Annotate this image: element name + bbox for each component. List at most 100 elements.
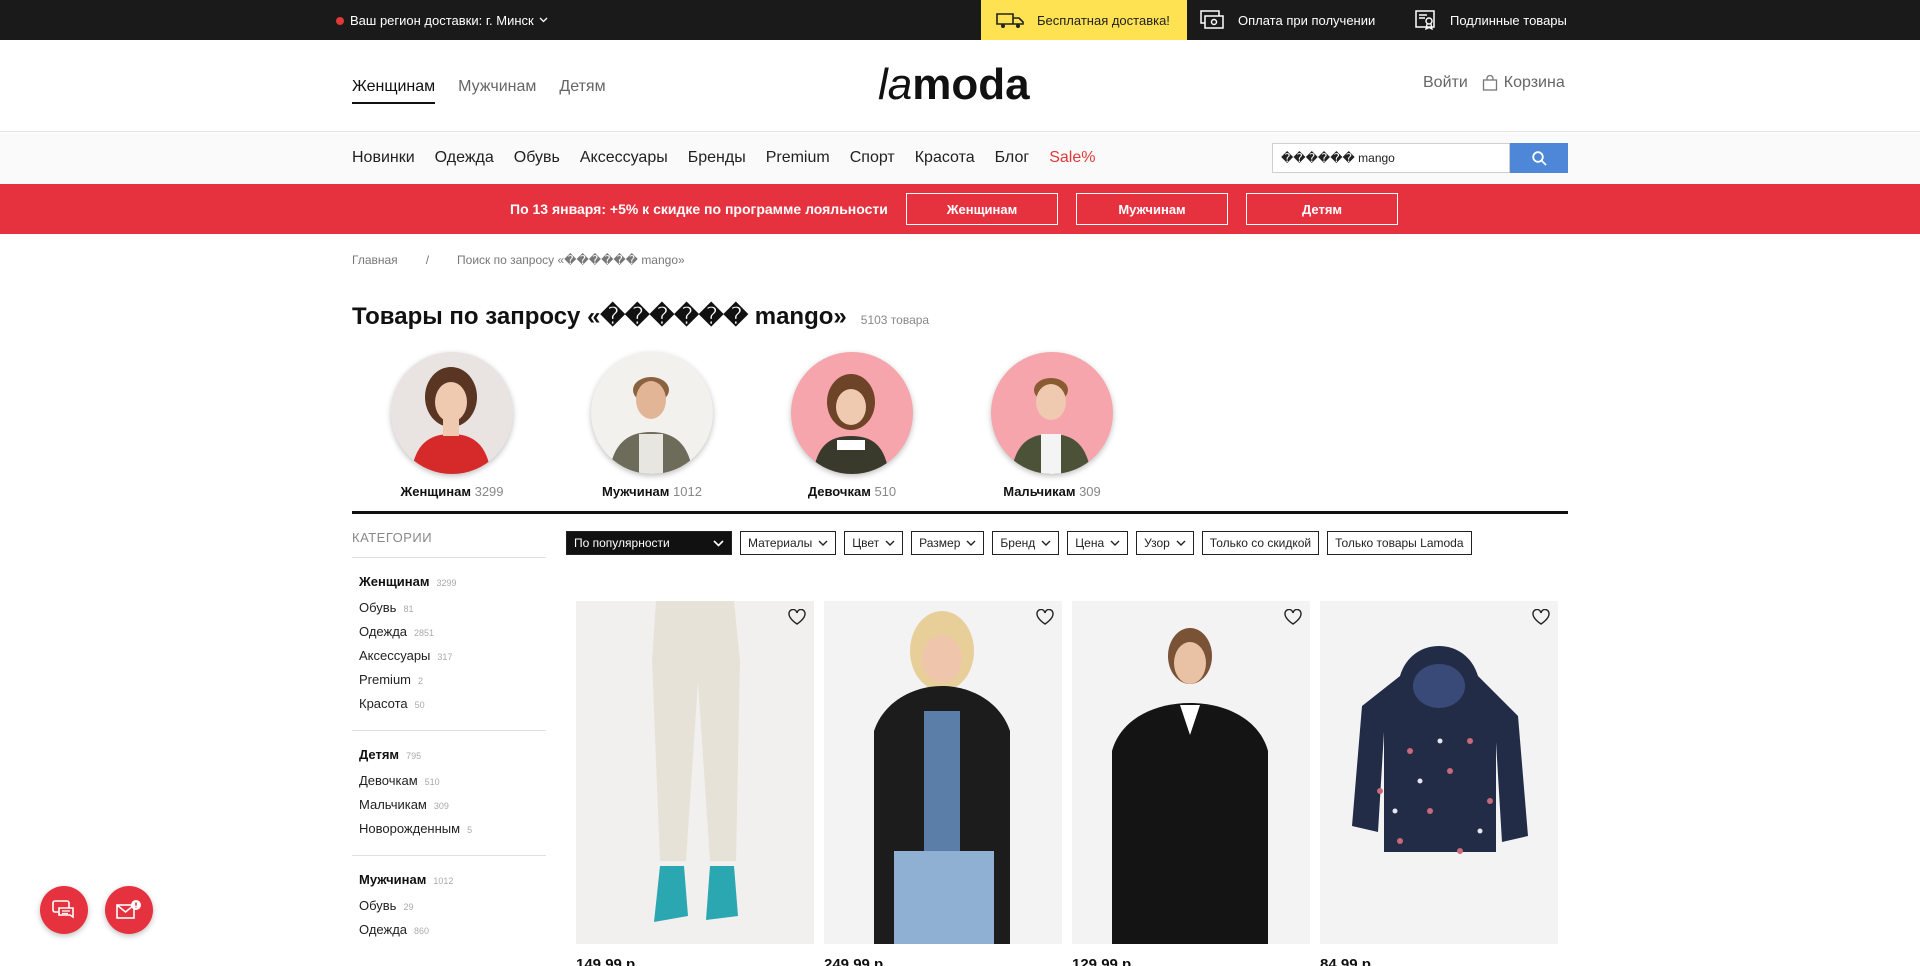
sidebar-item-girls[interactable]: Девочкам 510 [359,773,546,788]
product-image[interactable] [1072,601,1310,944]
filter-pattern[interactable]: Узор [1136,531,1194,555]
sidebar-item-newborns[interactable]: Новорожденным 5 [359,821,546,836]
filter-color[interactable]: Цвет [844,531,904,555]
circle-men[interactable]: Мужчинам 1012 [552,352,752,499]
promo-text: По 13 января: +5% к скидке по программе … [510,201,888,217]
promo-button-men[interactable]: Мужчинам [1076,193,1228,225]
circle-boys[interactable]: Мальчикам 309 [952,352,1152,499]
filter-discount-only[interactable]: Только со скидкой [1201,531,1320,555]
menu-item-premium[interactable]: Premium [766,149,830,167]
product-card[interactable]: 84.99 р. [1320,601,1558,966]
top-bar: Ваш регион доставки: г. Минск Бесплатная… [0,0,1920,40]
lamoda-logo[interactable]: lamoda [878,60,1030,110]
filter-lamoda-only[interactable]: Только товары Lamoda [1327,531,1472,555]
logo-la: la [878,60,913,109]
mail-alert-icon [116,900,141,919]
favorite-heart-icon[interactable] [788,608,806,630]
circle-men-count: 1012 [673,484,702,499]
sidebar-item-shoes[interactable]: Обувь 81 [359,600,546,615]
logo-moda: moda [912,60,1030,109]
breadcrumb: Главная / Поиск по запросу «������ mango… [352,253,685,267]
breadcrumb-separator: / [425,253,430,267]
cart-label: Корзина [1503,74,1565,91]
cart-link[interactable]: Корзина [1482,74,1565,92]
sidebar-item-men-shoes[interactable]: Обувь 29 [359,898,546,913]
chat-button[interactable] [40,886,88,934]
search-button[interactable] [1510,143,1568,173]
cash-on-delivery-link[interactable]: Оплата при получении [1200,0,1375,40]
results-count: 5103 товара [860,313,930,327]
product-card[interactable]: 129.99 р. [1072,601,1310,966]
menu-items: Новинки Одежда Обувь Аксессуары Бренды P… [352,149,1095,167]
login-link[interactable]: Войти [1423,74,1468,92]
filter-price[interactable]: Цена [1067,531,1129,555]
free-delivery-banner[interactable]: Бесплатная доставка! [981,0,1187,40]
product-price: 129.99 р. [1072,956,1136,966]
sidebar-head-women[interactable]: Женщинам 3299 [359,574,546,589]
sidebar-item-beauty[interactable]: Красота 50 [359,696,546,711]
free-delivery-text: Бесплатная доставка! [1037,12,1170,28]
favorite-heart-icon[interactable] [1284,608,1302,630]
feedback-button[interactable] [105,886,153,934]
boys-photo [991,352,1113,474]
sidebar-item-boys[interactable]: Мальчикам 309 [359,797,546,812]
circle-women-label: Женщинам [400,484,471,499]
menu-item-clothing[interactable]: Одежда [435,149,494,167]
cash-on-delivery-text: Оплата при получении [1238,12,1376,28]
favorite-heart-icon[interactable] [1036,608,1054,630]
sidebar-item-premium[interactable]: Premium 2 [359,672,546,687]
sidebar-item-men-clothing[interactable]: Одежда 860 [359,922,546,937]
menu-item-blog[interactable]: Блог [995,149,1030,167]
sidebar-head-men[interactable]: Мужчинам 1012 [359,872,546,887]
menu-item-sport[interactable]: Спорт [850,149,895,167]
breadcrumb-current: Поиск по запросу «������ mango» [457,253,685,267]
circle-women[interactable]: Женщинам 3299 [352,352,552,499]
product-image[interactable] [1320,601,1558,944]
menu-item-new[interactable]: Новинки [352,149,415,167]
circle-girls-count: 510 [874,484,897,499]
chevron-down-icon [966,540,976,546]
shopping-bag-icon [1482,75,1497,91]
product-card[interactable]: 149.99 р. [576,601,814,966]
sort-label: По популярности [574,536,670,550]
filter-size[interactable]: Размер [911,531,985,555]
gender-tabs: Женщинам Мужчинам Детям [352,78,606,104]
menu-item-sale[interactable]: Sale% [1049,149,1095,167]
sidebar-item-accessories[interactable]: Аксессуары 317 [359,648,546,663]
promo-button-kids[interactable]: Детям [1246,193,1398,225]
menu-item-shoes[interactable]: Обувь [514,149,560,167]
product-image[interactable] [576,601,814,944]
product-image[interactable] [824,601,1062,944]
breadcrumb-home[interactable]: Главная [352,253,398,267]
tab-kids[interactable]: Детям [559,78,605,104]
tab-women[interactable]: Женщинам [352,78,436,104]
favorite-heart-icon[interactable] [1532,608,1550,630]
circle-girls[interactable]: Девочкам 510 [752,352,952,499]
search-input[interactable] [1272,143,1510,173]
location-dot-icon [336,16,344,25]
circle-women-count: 3299 [474,484,504,499]
sidebar-item-clothing[interactable]: Одежда 2851 [359,624,546,639]
product-card[interactable]: 249.99 р. [824,601,1062,966]
chevron-down-icon [1041,540,1051,546]
women-photo [391,352,513,474]
menu-item-accessories[interactable]: Аксессуары [580,149,668,167]
chevron-down-icon [713,539,724,547]
menu-item-brands[interactable]: Бренды [688,149,746,167]
search-bar [1272,143,1568,173]
account-area: Войти Корзина [1423,74,1565,92]
region-value: г. Минск [485,13,534,28]
sidebar-head-kids[interactable]: Детям 795 [359,747,546,762]
filter-brand[interactable]: Бренд [992,531,1060,555]
authentic-goods-link[interactable]: Подлинные товары [1414,0,1567,40]
menu-item-beauty[interactable]: Красота [915,149,975,167]
category-sidebar: КАТЕГОРИИ Женщинам 3299 Обувь 81 Одежда 285… [352,530,546,956]
product-price: 149.99 р. [576,956,640,966]
delivery-region-selector[interactable]: Ваш регион доставки: г. Минск [336,13,548,28]
sort-select[interactable]: По популярности [566,531,732,555]
promo-button-women[interactable]: Женщинам [906,193,1058,225]
certificate-icon [1415,10,1435,31]
filter-materials[interactable]: Материалы [740,531,837,555]
tab-men[interactable]: Мужчинам [458,78,536,104]
sidebar-group-men: Мужчинам 1012 Обувь 29 Одежда 860 [352,856,546,956]
